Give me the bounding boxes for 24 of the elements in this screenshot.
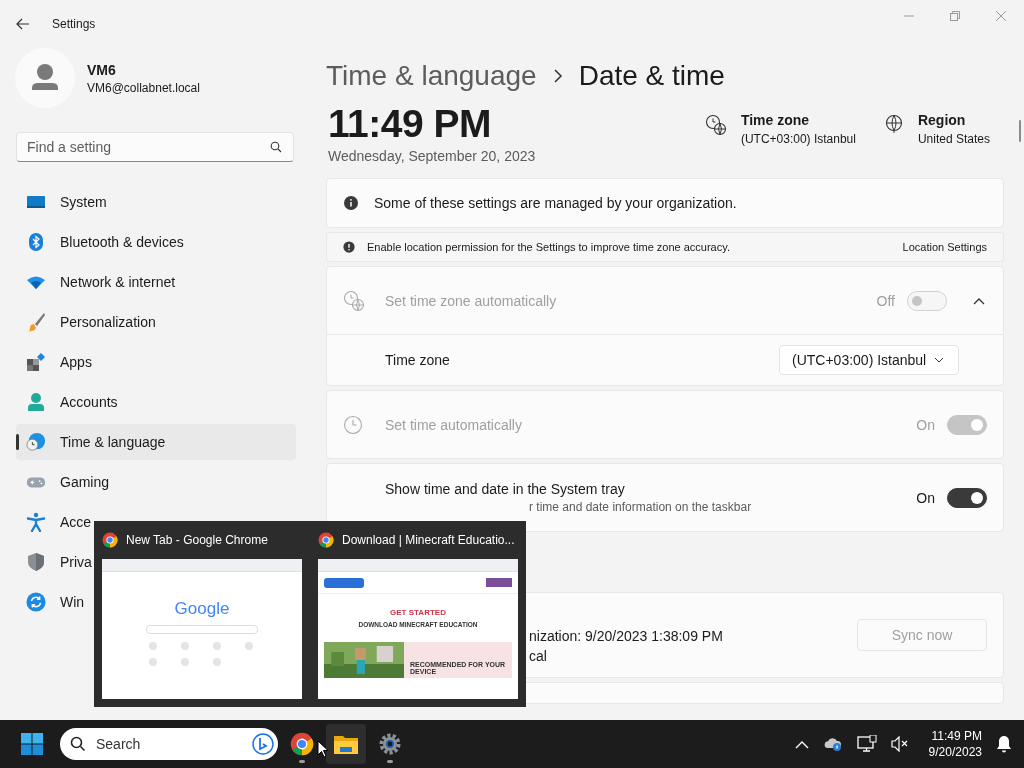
toggle-state: On: [916, 416, 935, 433]
current-time: 11:49 PM: [328, 102, 492, 146]
setting-title: Time zone: [385, 352, 450, 368]
notice-text: Some of these settings are managed by your organization.: [374, 195, 737, 211]
logo-text: Google: [174, 600, 230, 617]
user-email: VM6@collabnet.local: [87, 80, 200, 95]
setting-title: Set time automatically: [385, 416, 523, 433]
summary-value: United States: [917, 132, 990, 146]
setting-title: Show time and date in the System tray: [385, 481, 626, 497]
summary-value: (UTC+03:00) Istanbul: [740, 132, 856, 146]
current-date: Wednesday, September 20, 2023: [328, 148, 536, 164]
toggle-state: On: [916, 489, 935, 506]
sync-info-text: cal: [529, 648, 548, 664]
setting-description: r time and date information on the taskbar: [529, 500, 753, 514]
user-name: VM6: [87, 61, 117, 78]
summary-label: Region: [917, 112, 967, 128]
setting-title: Set time zone automatically: [385, 292, 558, 309]
sync-info-text: nization: 9/20/2023 1:38:09 PM: [529, 628, 724, 644]
page-heading: GET STARTED: [390, 608, 446, 617]
summary-label: Time zone: [740, 112, 811, 128]
location-text: Enable location permission for the Settings to improve time zone accuracy.: [367, 241, 730, 253]
page-title: Date & time: [578, 60, 725, 92]
toggle-state: Off: [876, 292, 895, 309]
window-title: Settings: [52, 17, 96, 31]
